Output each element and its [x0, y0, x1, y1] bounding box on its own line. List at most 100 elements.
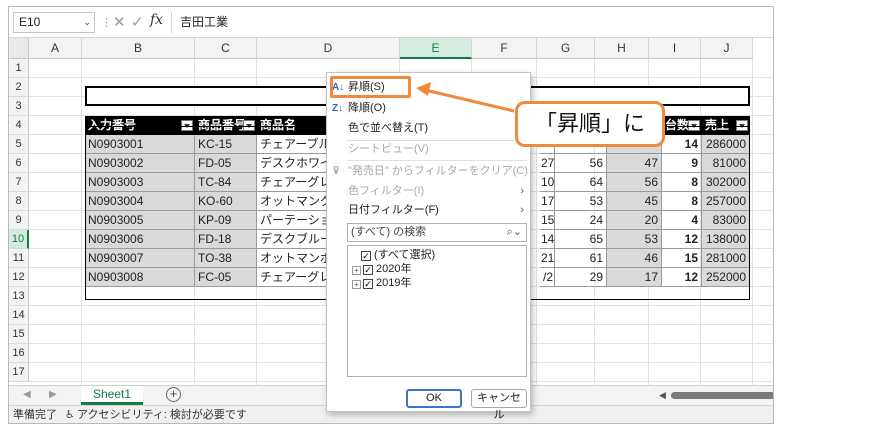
- accessibility-status[interactable]: アクセシビリティ: 検討が必要です: [77, 406, 247, 423]
- table-cell-f[interactable]: 21: [540, 249, 555, 268]
- row-header-13[interactable]: 13: [9, 287, 29, 306]
- ok-button[interactable]: OK: [406, 389, 462, 408]
- row-header-2[interactable]: 2: [9, 78, 29, 97]
- table-cell-j[interactable]: 302000: [702, 173, 750, 192]
- table-cell-name[interactable]: オットマング: [257, 192, 335, 211]
- table-cell-g[interactable]: 53: [555, 192, 607, 211]
- table-cell-g[interactable]: 61: [555, 249, 607, 268]
- checkbox-checked-icon[interactable]: ✓: [363, 279, 373, 289]
- row-header-8[interactable]: 8: [9, 192, 29, 211]
- table-cell-g[interactable]: 64: [555, 173, 607, 192]
- table-cell-code[interactable]: KO-60: [195, 192, 257, 211]
- table-cell-g[interactable]: 65: [555, 230, 607, 249]
- table-cell-id[interactable]: N0903006: [85, 230, 195, 249]
- row-header-4[interactable]: 4: [9, 116, 29, 135]
- table-cell-code[interactable]: TC-84: [195, 173, 257, 192]
- table-cell-code[interactable]: FC-05: [195, 268, 257, 287]
- scroll-tabs-right-icon[interactable]: ▶: [49, 389, 57, 400]
- cancel-icon[interactable]: ✕: [113, 13, 126, 31]
- table-cell-g[interactable]: 56: [555, 154, 607, 173]
- horizontal-scrollbar[interactable]: [671, 392, 773, 399]
- table-cell-j[interactable]: 83000: [702, 211, 750, 230]
- column-header-f[interactable]: F: [472, 38, 537, 59]
- filter-dropdown-icon[interactable]: [181, 120, 193, 131]
- checkbox-checked-icon[interactable]: ✓: [363, 265, 373, 275]
- table-cell-f[interactable]: 10: [540, 173, 555, 192]
- table-cell-name[interactable]: デスクホワイ: [257, 154, 335, 173]
- column-header-g[interactable]: G: [537, 38, 595, 59]
- table-cell-i[interactable]: 14: [662, 135, 702, 154]
- table-cell-f[interactable]: 14: [540, 230, 555, 249]
- header-product-code[interactable]: 商品番号: [195, 116, 257, 135]
- table-cell-id[interactable]: N0903008: [85, 268, 195, 287]
- table-cell-i[interactable]: 12: [662, 230, 702, 249]
- checkbox-checked-icon[interactable]: ✓: [361, 251, 371, 261]
- name-box[interactable]: E10 ⌄: [13, 12, 95, 33]
- formula-input[interactable]: 吉田工業: [171, 12, 771, 33]
- table-cell-id[interactable]: N0903003: [85, 173, 195, 192]
- add-sheet-button[interactable]: +: [166, 387, 181, 402]
- table-cell-name[interactable]: チェアーグレ: [257, 173, 335, 192]
- table-cell-g[interactable]: 29: [555, 268, 607, 287]
- table-cell-id[interactable]: N0903004: [85, 192, 195, 211]
- table-cell-i[interactable]: 4: [662, 211, 702, 230]
- table-cell-g[interactable]: 24: [555, 211, 607, 230]
- table-cell-h[interactable]: 45: [607, 192, 662, 211]
- table-cell-i[interactable]: 15: [662, 249, 702, 268]
- table-cell-h[interactable]: 56: [607, 173, 662, 192]
- search-icon[interactable]: ⌕⌄: [507, 224, 522, 241]
- header-input-number[interactable]: 入力番号: [85, 116, 195, 135]
- table-cell-name[interactable]: チェアーブル: [257, 135, 335, 154]
- table-cell-h[interactable]: 47: [607, 154, 662, 173]
- header-product-name[interactable]: 商品名: [257, 116, 335, 135]
- list-item-2019[interactable]: + ✓ 2019年: [352, 276, 411, 290]
- row-header-10[interactable]: 10: [9, 230, 29, 249]
- accessibility-icon[interactable]: ♿: [65, 406, 75, 423]
- table-cell-i[interactable]: 9: [662, 154, 702, 173]
- row-header-14[interactable]: 14: [9, 306, 29, 325]
- list-item-2020[interactable]: + ✓ 2020年: [352, 262, 411, 276]
- table-cell-id[interactable]: N0903001: [85, 135, 195, 154]
- expand-icon[interactable]: +: [352, 280, 361, 289]
- column-header-c[interactable]: C: [195, 38, 257, 59]
- row-header-15[interactable]: 15: [9, 325, 29, 344]
- row-header-17[interactable]: 17: [9, 363, 29, 382]
- table-cell-f[interactable]: /2: [540, 268, 555, 287]
- enter-icon[interactable]: ✓: [131, 13, 144, 31]
- list-item-select-all[interactable]: ✓ (すべて選択): [361, 248, 435, 262]
- column-header-e[interactable]: E: [400, 38, 472, 59]
- table-cell-h[interactable]: 20: [607, 211, 662, 230]
- more-options-icon[interactable]: ⋮: [101, 16, 112, 29]
- date-filter-item[interactable]: 日付フィルター(F) ›: [327, 200, 530, 221]
- select-all-corner[interactable]: [9, 38, 29, 59]
- insert-function-button[interactable]: fx: [150, 12, 163, 28]
- expand-icon[interactable]: +: [352, 266, 361, 275]
- table-cell-code[interactable]: FD-05: [195, 154, 257, 173]
- row-header-9[interactable]: 9: [9, 211, 29, 230]
- table-cell-j[interactable]: 138000: [702, 230, 750, 249]
- cancel-button[interactable]: キャンセル: [471, 389, 527, 421]
- table-cell-name[interactable]: パーテーション: [257, 211, 335, 230]
- table-cell-f[interactable]: 27: [540, 154, 555, 173]
- table-cell-j[interactable]: 286000: [702, 135, 750, 154]
- column-header-b[interactable]: B: [82, 38, 195, 59]
- chevron-down-icon[interactable]: ⌄: [83, 13, 91, 32]
- filter-dropdown-icon[interactable]: [243, 120, 255, 131]
- row-header-16[interactable]: 16: [9, 344, 29, 363]
- column-header-d[interactable]: D: [257, 38, 400, 59]
- scroll-tabs-left-icon[interactable]: ◀: [23, 389, 31, 400]
- filter-value-list[interactable]: ✓ (すべて選択) + ✓ 2020年 + ✓ 2019年: [347, 245, 527, 377]
- column-header-i[interactable]: I: [649, 38, 701, 59]
- column-header-j[interactable]: J: [701, 38, 753, 59]
- table-cell-f[interactable]: 15: [540, 211, 555, 230]
- row-header-3[interactable]: 3: [9, 97, 29, 116]
- table-cell-j[interactable]: 252000: [702, 268, 750, 287]
- table-cell-code[interactable]: FD-18: [195, 230, 257, 249]
- filter-search-input[interactable]: (すべて) の検索 ⌕⌄: [347, 223, 527, 242]
- table-cell-name[interactable]: チェアーグレ: [257, 268, 335, 287]
- table-cell-code[interactable]: KC-15: [195, 135, 257, 154]
- table-cell-name[interactable]: オットマンボ: [257, 249, 335, 268]
- table-cell-id[interactable]: N0903007: [85, 249, 195, 268]
- table-cell-i[interactable]: 8: [662, 192, 702, 211]
- table-cell-j[interactable]: 281000: [702, 249, 750, 268]
